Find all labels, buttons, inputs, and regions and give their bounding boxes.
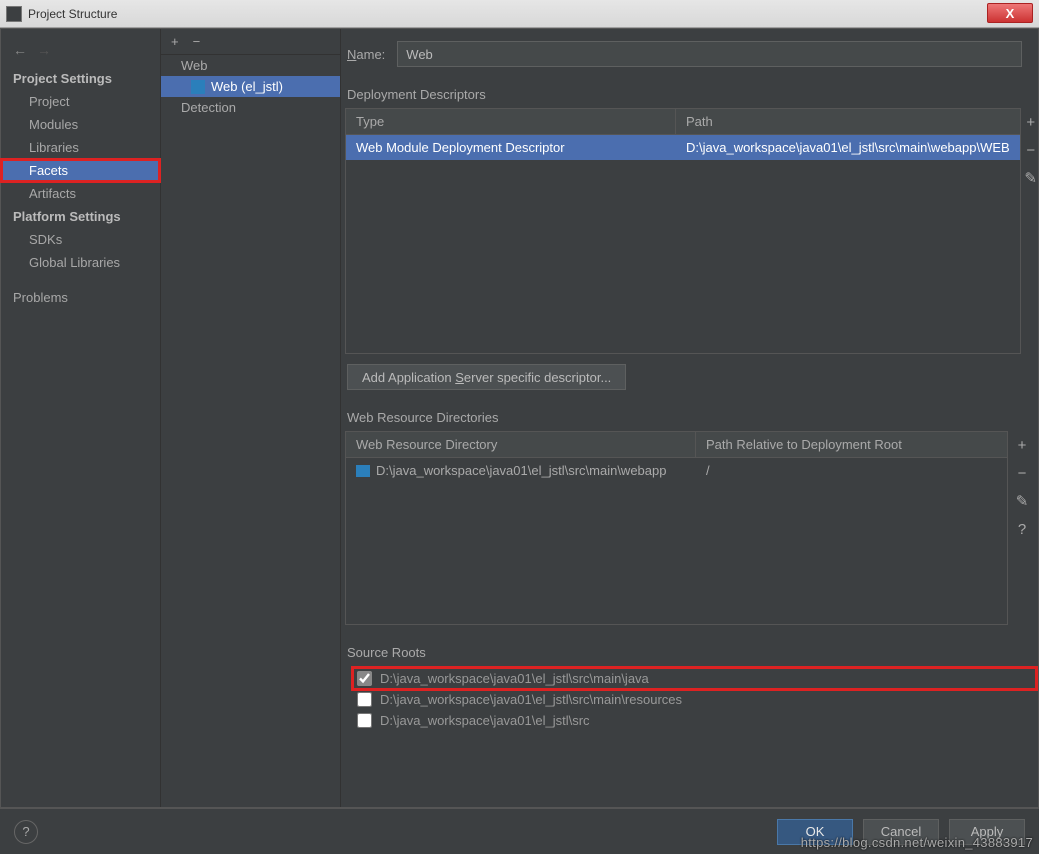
sidebar-item-libraries[interactable]: Libraries: [1, 136, 160, 159]
tree-toolbar: + −: [161, 29, 340, 55]
wr-table: Web Resource Directory Path Relative to …: [345, 431, 1008, 625]
sidebar-item-global-libraries[interactable]: Global Libraries: [1, 251, 160, 274]
forward-arrow-icon[interactable]: →: [37, 42, 51, 58]
sr-title: Source Roots: [345, 639, 1036, 666]
dd-table: Type Path Web Module Deployment Descript…: [345, 108, 1021, 354]
dd-remove-icon[interactable]: −: [1021, 140, 1038, 160]
source-root-item[interactable]: D:\java_workspace\java01\el_jstl\src\mai…: [353, 689, 1036, 710]
sidebar-section-platform-settings: Platform Settings: [1, 205, 160, 228]
dd-table-row[interactable]: Web Module Deployment Descriptor D:\java…: [346, 135, 1020, 160]
folder-icon: [356, 465, 370, 477]
tree-node-web-eljstl[interactable]: Web (el_jstl): [161, 76, 340, 97]
dd-edit-icon[interactable]: ✎: [1021, 168, 1038, 188]
close-button[interactable]: X: [987, 3, 1033, 23]
wr-remove-icon[interactable]: −: [1012, 463, 1032, 483]
sidebar-item-facets[interactable]: Facets: [1, 159, 160, 182]
sidebar-item-artifacts[interactable]: Artifacts: [1, 182, 160, 205]
sidebar-item-problems[interactable]: Problems: [1, 286, 160, 309]
source-root-path: D:\java_workspace\java01\el_jstl\src: [380, 713, 590, 728]
wr-title: Web Resource Directories: [345, 404, 1036, 431]
source-root-path: D:\java_workspace\java01\el_jstl\src\mai…: [380, 692, 682, 707]
sidebar-item-project[interactable]: Project: [1, 90, 160, 113]
add-server-descriptor-button[interactable]: Add Application Server specific descript…: [347, 364, 626, 390]
sidebar-item-sdks[interactable]: SDKs: [1, 228, 160, 251]
tree-remove-icon[interactable]: −: [193, 34, 201, 49]
sidebar: ← → Project Settings Project Modules Lib…: [1, 29, 161, 807]
sidebar-section-project-settings: Project Settings: [1, 67, 160, 90]
dd-cell-type: Web Module Deployment Descriptor: [346, 135, 676, 160]
dd-cell-path: D:\java_workspace\java01\el_jstl\src\mai…: [676, 135, 1020, 160]
app-icon: [6, 6, 22, 22]
dialog-body: ← → Project Settings Project Modules Lib…: [0, 28, 1039, 808]
dd-title: Deployment Descriptors: [345, 81, 1036, 108]
source-root-item[interactable]: D:\java_workspace\java01\el_jstl\src: [353, 710, 1036, 731]
dialog-button-bar: ? OK Cancel Apply: [0, 808, 1039, 854]
wr-help-icon[interactable]: ?: [1012, 519, 1032, 539]
wr-header: Web Resource Directory Path Relative to …: [346, 432, 1007, 458]
tree-node-detection[interactable]: Detection: [161, 97, 340, 118]
titlebar: Project Structure X: [0, 0, 1039, 28]
wr-th-dir: Web Resource Directory: [346, 432, 696, 457]
back-arrow-icon[interactable]: ←: [13, 42, 27, 58]
wr-edit-icon[interactable]: ✎: [1012, 491, 1032, 511]
tree-add-icon[interactable]: +: [171, 34, 179, 49]
name-input[interactable]: [397, 41, 1022, 67]
name-label: Name:: [347, 47, 385, 62]
wr-th-rel: Path Relative to Deployment Root: [696, 432, 1007, 457]
tree-node-label: Web (el_jstl): [211, 79, 283, 94]
dd-side-buttons: + − ✎: [1021, 108, 1038, 354]
dd-th-type: Type: [346, 109, 676, 134]
deployment-descriptors-section: Deployment Descriptors Type Path Web Mod…: [341, 81, 1036, 390]
source-root-checkbox[interactable]: [357, 671, 372, 686]
name-row: Name:: [341, 41, 1036, 81]
wr-cell-dir: D:\java_workspace\java01\el_jstl\src\mai…: [346, 458, 696, 483]
source-root-checkbox[interactable]: [357, 713, 372, 728]
web-resource-directories-section: Web Resource Directories Web Resource Di…: [341, 404, 1036, 625]
dd-th-path: Path: [676, 109, 1020, 134]
source-roots-section: Source Roots D:\java_workspace\java01\el…: [341, 639, 1036, 731]
source-root-checkbox[interactable]: [357, 692, 372, 707]
dd-add-icon[interactable]: +: [1021, 112, 1038, 132]
dd-header: Type Path: [346, 109, 1020, 135]
main-panel: Name: Deployment Descriptors Type Path W…: [341, 29, 1038, 807]
nav-arrows: ← →: [1, 39, 160, 61]
wr-table-row[interactable]: D:\java_workspace\java01\el_jstl\src\mai…: [346, 458, 1007, 483]
source-root-path: D:\java_workspace\java01\el_jstl\src\mai…: [380, 671, 649, 686]
wr-side-buttons: + − ✎ ?: [1008, 431, 1036, 625]
help-button[interactable]: ?: [14, 820, 38, 844]
close-icon: X: [1006, 6, 1015, 21]
source-root-item[interactable]: D:\java_workspace\java01\el_jstl\src\mai…: [353, 668, 1036, 689]
sidebar-item-modules[interactable]: Modules: [1, 113, 160, 136]
wr-add-icon[interactable]: +: [1012, 435, 1032, 455]
cancel-button[interactable]: Cancel: [863, 819, 939, 845]
web-facet-icon: [191, 80, 205, 94]
ok-button[interactable]: OK: [777, 819, 853, 845]
facets-tree: + − Web Web (el_jstl) Detection: [161, 29, 341, 807]
apply-button[interactable]: Apply: [949, 819, 1025, 845]
wr-cell-rel: /: [696, 458, 1007, 483]
tree-node-web[interactable]: Web: [161, 55, 340, 76]
window-title: Project Structure: [28, 7, 117, 21]
